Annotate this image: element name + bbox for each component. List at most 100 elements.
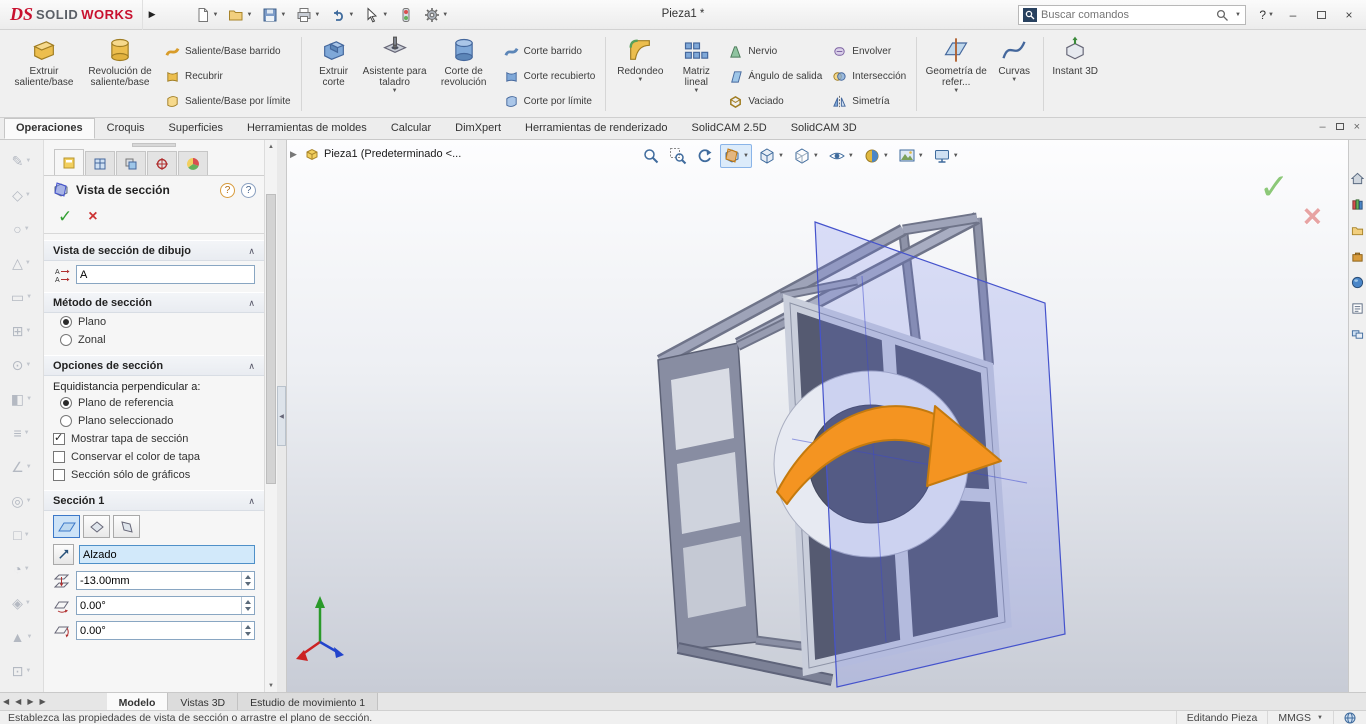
confirmation-accept-button[interactable]: ✓ — [1259, 166, 1289, 208]
panel-grip[interactable] — [44, 140, 264, 149]
units-selector[interactable]: MMGS ▼ — [1267, 711, 1333, 724]
left-toolbar-button-9[interactable]: ≡ ▼ — [2, 416, 42, 450]
section-plane-input[interactable] — [79, 545, 255, 564]
maximize-button[interactable] — [1308, 4, 1334, 26]
print-button[interactable]: ▼ — [293, 4, 323, 26]
revolve-cut-button[interactable]: Corte de revolución — [429, 32, 499, 116]
next-tab-icon[interactable]: ▶ — [27, 697, 33, 706]
extrude-boss-button[interactable]: Extruir saliente/base — [8, 32, 80, 116]
revolve-boss-button[interactable]: Revolución de saliente/base — [80, 32, 160, 116]
confirmation-cancel-button[interactable]: × — [1303, 198, 1322, 235]
left-toolbar-button-7[interactable]: ⊙ ▼ — [2, 348, 42, 382]
section-view-button[interactable]: ▼ — [720, 144, 752, 168]
fillet-button[interactable]: Redondeo ▼ — [611, 32, 669, 116]
solidworks-forum-button[interactable] — [1350, 326, 1366, 342]
tab-solidcam-25d[interactable]: SolidCAM 2.5D — [679, 118, 778, 139]
hide-show-items-button[interactable]: ▼ — [825, 144, 857, 168]
left-toolbar-button-1[interactable]: ✎ ▼ — [2, 144, 42, 178]
radio-plano[interactable]: Plano — [44, 313, 264, 331]
lofted-boss-button[interactable]: Recubrir — [160, 64, 296, 89]
left-toolbar-button-10[interactable]: ∠ ▼ — [2, 450, 42, 484]
panel-scrollbar[interactable]: ▲ ▼ — [264, 140, 277, 692]
swept-cut-button[interactable]: Corte barrido — [499, 39, 601, 64]
dropdown-icon[interactable]: ▼ — [848, 153, 854, 159]
tab-operaciones[interactable]: Operaciones — [4, 118, 95, 139]
cancel-button[interactable]: × — [88, 208, 97, 226]
dropdown-icon[interactable]: ▼ — [918, 153, 924, 159]
zoom-area-button[interactable] — [666, 144, 690, 168]
save-button[interactable]: ▼ — [259, 4, 289, 26]
swept-boss-button[interactable]: Saliente/Base barrido — [160, 39, 296, 64]
checkbox-show-section-cap[interactable]: Mostrar tapa de sección — [44, 430, 264, 448]
tab-solidcam-3d[interactable]: SolidCAM 3D — [779, 118, 869, 139]
dropdown-icon[interactable]: ▼ — [213, 12, 219, 18]
tab-croquis[interactable]: Croquis — [95, 118, 157, 139]
left-toolbar-button-8[interactable]: ◧ ▼ — [2, 382, 42, 416]
select-button[interactable]: ▼ — [361, 4, 391, 26]
prev-tab-icon[interactable]: ◀ — [15, 697, 21, 706]
left-toolbar-button-16[interactable]: ⊡ ▼ — [2, 654, 42, 688]
menu-flyout-arrow-icon[interactable]: ▶ — [143, 5, 162, 24]
panel-collapse-handle[interactable]: ◀ — [277, 386, 286, 446]
left-toolbar-button-12[interactable]: □ ▼ — [2, 518, 42, 552]
whats-new-help-icon[interactable]: ? — [220, 182, 235, 198]
spin-up-icon[interactable] — [242, 597, 254, 606]
help-button[interactable]: ? ▼ — [1255, 8, 1278, 22]
view-settings-button[interactable]: ▼ — [930, 144, 962, 168]
dropdown-icon[interactable]: ▼ — [392, 88, 398, 94]
help-icon[interactable]: ? — [241, 182, 256, 198]
tab-feature-manager[interactable] — [54, 149, 84, 175]
tab-configuration-manager[interactable] — [116, 151, 146, 175]
draft-button[interactable]: Ángulo de salida — [723, 64, 827, 89]
group-header-section-options[interactable]: Opciones de sección ∧ — [44, 355, 264, 376]
first-tab-icon[interactable]: ◀ — [3, 697, 9, 706]
offset-distance-input[interactable] — [77, 572, 241, 589]
dropdown-icon[interactable]: ▼ — [314, 12, 320, 18]
extrude-cut-button[interactable]: Extruir corte — [307, 32, 361, 116]
left-toolbar-button-13[interactable]: ◔ ▼ — [2, 552, 42, 586]
lofted-cut-button[interactable]: Corte recubierto — [499, 64, 601, 89]
view-orientation-button[interactable]: ▼ — [755, 144, 787, 168]
command-search-box[interactable]: ▼ — [1018, 5, 1246, 25]
linear-pattern-button[interactable]: Matriz lineal ▼ — [669, 32, 723, 116]
previous-view-button[interactable] — [693, 144, 717, 168]
dropdown-icon[interactable]: ▼ — [637, 77, 643, 83]
home-tab-button[interactable] — [1350, 170, 1366, 186]
left-toolbar-button-6[interactable]: ⊞ ▼ — [2, 314, 42, 348]
collapse-chevron-icon[interactable]: ∧ — [248, 361, 255, 372]
tab-superficies[interactable]: Superficies — [157, 118, 235, 139]
tab-modelo[interactable]: Modelo — [106, 693, 169, 710]
spin-up-icon[interactable] — [242, 622, 254, 631]
boundary-cut-button[interactable]: Corte por límite — [499, 89, 601, 114]
custom-properties-button[interactable] — [1350, 300, 1366, 316]
group-header-drawing-section-view[interactable]: Vista de sección de dibujo ∧ — [44, 240, 264, 261]
shell-button[interactable]: Vaciado — [723, 89, 827, 114]
boundary-boss-button[interactable]: Saliente/Base por límite — [160, 89, 296, 114]
radio-reference-plane[interactable]: Plano de referencia — [44, 394, 264, 412]
radio-selected-plane[interactable]: Plano seleccionado — [44, 412, 264, 430]
search-input[interactable] — [1041, 9, 1213, 21]
last-tab-icon[interactable]: ▶ — [39, 697, 45, 706]
close-button[interactable]: × — [1336, 4, 1362, 26]
curves-button[interactable]: Curvas ▼ — [990, 32, 1038, 116]
design-library-button[interactable] — [1350, 196, 1366, 212]
front-plane-button[interactable] — [53, 515, 80, 538]
left-toolbar-button-2[interactable]: ◇ ▼ — [2, 178, 42, 212]
left-toolbar-button-11[interactable]: ◎ ▼ — [2, 484, 42, 518]
model-scene[interactable] — [287, 140, 1348, 692]
dropdown-icon[interactable]: ▼ — [1317, 715, 1323, 721]
rebuild-button[interactable] — [395, 4, 417, 26]
toolbox-button[interactable] — [1350, 248, 1366, 264]
dropdown-icon[interactable]: ▼ — [743, 153, 749, 159]
minimize-button[interactable]: – — [1280, 4, 1306, 26]
left-toolbar-button-15[interactable]: ▲ ▼ — [2, 620, 42, 654]
new-document-button[interactable]: ▼ — [192, 4, 222, 26]
accept-button[interactable]: ✓ — [58, 207, 72, 227]
connection-status[interactable] — [1333, 711, 1366, 724]
spin-down-icon[interactable] — [242, 631, 254, 640]
scrollbar-down-icon[interactable]: ▼ — [265, 679, 277, 692]
dropdown-icon[interactable]: ▼ — [693, 88, 699, 94]
doc-restore-button[interactable] — [1335, 122, 1344, 132]
dropdown-icon[interactable]: ▼ — [246, 12, 252, 18]
group-header-section-1[interactable]: Sección 1 ∧ — [44, 490, 264, 511]
